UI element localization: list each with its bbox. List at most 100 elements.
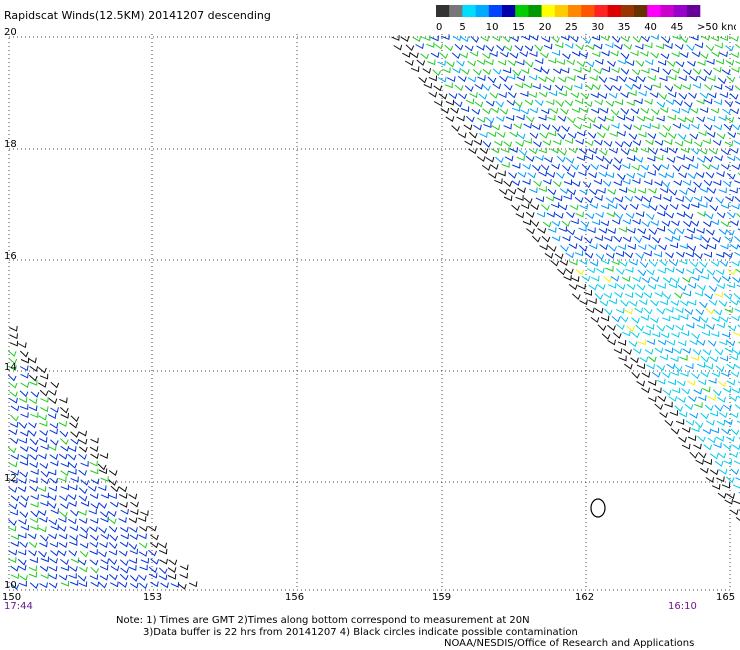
note-line-3: NOAA/NESDIS/Office of Research and Appli… <box>444 638 695 649</box>
wind-barb <box>454 84 464 92</box>
wind-barb <box>30 391 40 398</box>
wind-barb <box>592 83 601 91</box>
wind-barb <box>577 115 586 122</box>
wind-barb <box>579 188 588 195</box>
wind-barb <box>514 45 524 52</box>
wind-barb <box>37 510 47 517</box>
wind-barb <box>571 50 581 57</box>
wind-barb <box>627 243 636 250</box>
wind-barb <box>570 92 580 99</box>
wind-barb <box>78 518 88 524</box>
wind-barb <box>8 486 18 493</box>
wind-barb <box>10 454 19 460</box>
wind-barb <box>70 580 79 586</box>
wind-barb <box>632 83 642 90</box>
wind-barb <box>576 74 586 81</box>
wind-barb <box>628 300 638 307</box>
wind-barb <box>20 382 30 388</box>
wind-barb <box>721 331 731 338</box>
wind-barb <box>654 347 664 354</box>
wind-barb <box>485 117 495 124</box>
wind-barb <box>542 221 552 228</box>
wind-barb <box>586 267 596 274</box>
wind-barb <box>456 115 465 122</box>
wind-barb <box>590 163 600 171</box>
wind-barb <box>158 548 168 555</box>
wind-barb <box>503 141 513 148</box>
wind-barb <box>49 428 58 435</box>
wind-barb <box>713 83 723 90</box>
wind-barb <box>656 364 666 372</box>
wind-barb <box>611 123 620 129</box>
wind-barb <box>664 347 674 354</box>
wind-barb <box>603 276 612 283</box>
wind-barb <box>734 404 740 410</box>
wind-barb <box>459 52 468 59</box>
wind-barb <box>119 502 128 508</box>
wind-barb <box>641 277 651 284</box>
wind-barb <box>675 419 685 425</box>
wind-barb <box>50 407 59 413</box>
wind-barb <box>505 115 515 121</box>
wind-barb <box>130 501 139 508</box>
wind-barb <box>8 549 18 556</box>
wind-barb <box>566 229 576 236</box>
wind-barb <box>712 389 722 397</box>
wind-barb <box>593 43 603 50</box>
wind-barb <box>555 100 565 107</box>
wind-barb <box>674 405 684 412</box>
wind-barb <box>689 133 699 140</box>
wind-barb <box>690 355 700 361</box>
wind-barb <box>677 133 687 141</box>
wind-barb <box>695 172 705 179</box>
wind-barb <box>626 325 635 332</box>
wind-barb <box>39 463 49 470</box>
wind-barb <box>653 387 662 394</box>
wind-barb <box>28 550 37 557</box>
wind-barb <box>585 213 595 220</box>
wind-barb <box>541 204 550 211</box>
wind-barb <box>655 154 664 161</box>
wind-barb <box>138 542 148 549</box>
wind-barb <box>69 535 78 541</box>
wind-barb <box>704 363 714 370</box>
wind-barb <box>128 517 138 524</box>
wind-barb <box>676 211 686 218</box>
wind-barb <box>50 460 59 467</box>
wind-barb <box>60 559 69 566</box>
wind-barb <box>48 533 57 540</box>
wind-barb <box>29 365 39 372</box>
wind-barb <box>655 43 664 50</box>
wind-barb <box>638 299 648 306</box>
wind-barb <box>556 172 565 179</box>
wind-barb <box>674 292 683 299</box>
wind-barb <box>714 291 723 298</box>
wind-barb <box>616 114 626 121</box>
wind-barb <box>68 462 78 469</box>
wind-barb <box>625 266 634 273</box>
wind-barb <box>584 197 594 204</box>
wind-barb <box>620 92 629 99</box>
wind-barb <box>604 157 613 165</box>
wind-barb <box>693 388 702 395</box>
wind-barb <box>566 171 576 178</box>
wind-barb <box>501 162 510 168</box>
wind-barb <box>622 218 632 225</box>
wind-barb <box>501 147 510 153</box>
wind-barb <box>19 365 29 372</box>
wind-barb <box>706 58 715 65</box>
wind-barb <box>420 53 429 60</box>
wind-barb <box>600 258 610 265</box>
wind-barb <box>500 51 509 58</box>
wind-barb <box>39 430 49 437</box>
wind-barb <box>540 52 549 59</box>
wind-barb <box>701 330 711 337</box>
wind-barb <box>565 157 575 164</box>
wind-barb <box>639 261 649 269</box>
wind-barb <box>631 372 640 379</box>
wind-barb <box>473 139 483 146</box>
wind-barb <box>697 211 706 217</box>
wind-barb <box>9 509 18 516</box>
wind-barb <box>696 339 706 346</box>
wind-barb <box>508 172 517 179</box>
